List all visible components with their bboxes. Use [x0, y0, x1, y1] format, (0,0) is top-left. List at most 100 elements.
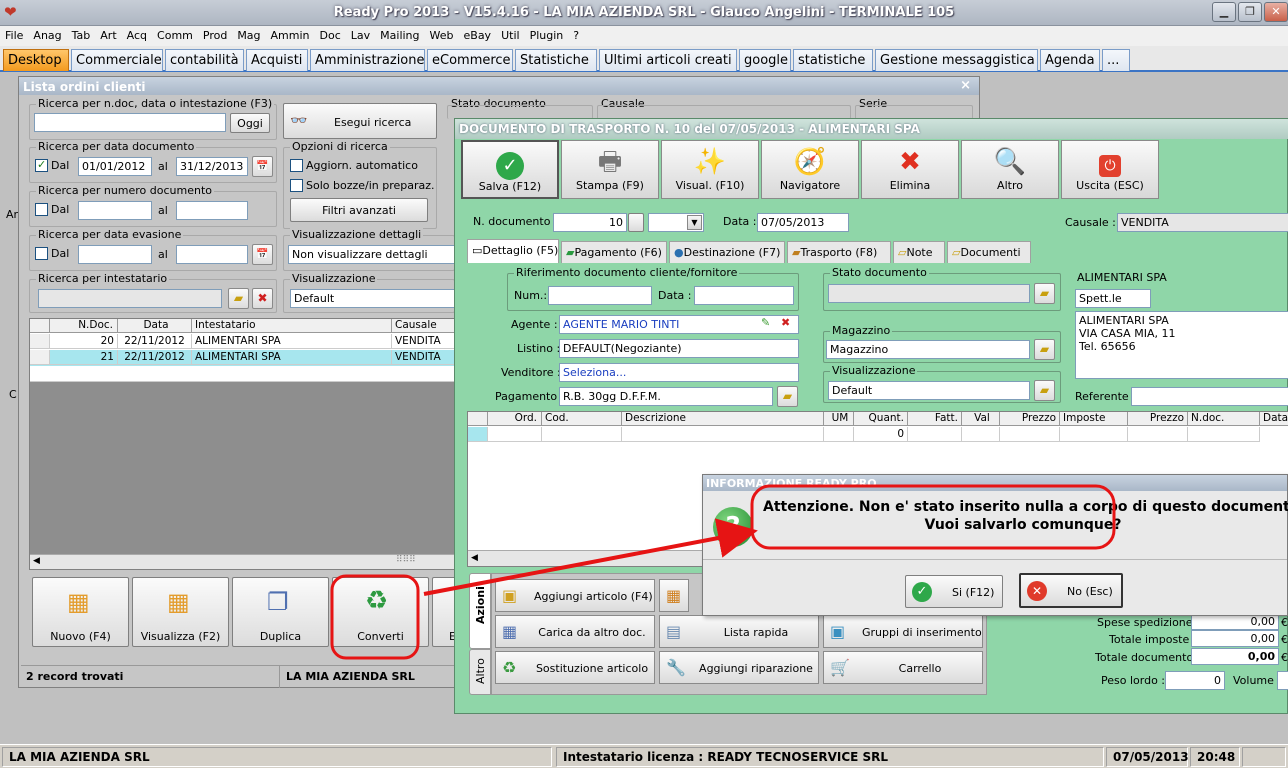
dialog-no-button[interactable]: ✕ No (Esc) — [1019, 573, 1123, 608]
col-fatt[interactable]: Fatt. — [908, 412, 962, 426]
side-tab-azioni[interactable]: Azioni — [469, 573, 491, 649]
tab-agenda[interactable]: Agenda — [1040, 49, 1100, 71]
add-article-button[interactable]: ▣ Aggiungi articolo (F4) — [495, 579, 655, 612]
pay-folder-icon[interactable]: ▰ — [777, 386, 798, 407]
today-button[interactable]: Oggi — [230, 113, 270, 133]
ref-num-input[interactable] — [548, 286, 652, 305]
holder-folder-icon[interactable]: ▰ — [228, 288, 249, 309]
side-tab-altro[interactable]: Altro — [469, 649, 491, 695]
tab-note[interactable]: ▱Note — [893, 241, 945, 263]
col-cod[interactable]: Cod. — [542, 412, 622, 426]
scroll-left-icon[interactable]: ◀ — [33, 556, 40, 566]
menu-mailing[interactable]: Mailing — [375, 26, 424, 42]
referente-input[interactable] — [1131, 387, 1288, 406]
menu-mag[interactable]: Mag — [232, 26, 265, 42]
menu-art[interactable]: Art — [95, 26, 121, 42]
series-select[interactable]: ▼ — [648, 213, 704, 232]
search-text-input[interactable] — [34, 113, 226, 132]
tab-more[interactable]: ... — [1102, 49, 1130, 71]
tab-acquisti[interactable]: Acquisti — [246, 49, 308, 71]
doc-date-calendar-icon[interactable]: 📅 — [252, 156, 273, 177]
col-intestatario[interactable]: Intestatario — [192, 319, 392, 333]
menu-anag[interactable]: Anag — [28, 26, 66, 42]
tab-statistiche-2[interactable]: statistiche — [793, 49, 873, 71]
tab-amministrazione[interactable]: Amministrazione — [310, 49, 425, 71]
ndoc-input[interactable]: 10 — [553, 213, 627, 232]
tab-contabilita[interactable]: contabilità — [165, 49, 244, 71]
menu-util[interactable]: Util — [496, 26, 524, 42]
ref-data-input[interactable] — [694, 286, 794, 305]
stato-folder-icon[interactable]: ▰ — [1034, 283, 1055, 304]
cart-button[interactable]: 🛒 Carrello — [823, 651, 983, 684]
col-um[interactable]: UM — [824, 412, 854, 426]
advanced-filters-button[interactable]: Filtri avanzati — [290, 198, 428, 222]
view-select[interactable]: Default — [290, 289, 456, 308]
menu-doc[interactable]: Doc — [315, 26, 346, 42]
menu-acq[interactable]: Acq — [122, 26, 152, 42]
tab-commerciale[interactable]: Commerciale — [71, 49, 163, 71]
tab-desktop[interactable]: Desktop — [3, 49, 69, 71]
volume-input[interactable] — [1277, 671, 1288, 690]
insert-groups-button[interactable]: ▣ Gruppi di inserimento — [823, 615, 983, 648]
print-button[interactable]: 🖶 Stampa (F9) — [561, 140, 659, 199]
duplicate-button[interactable]: ❐ Duplica — [232, 577, 329, 647]
tab-ultimi-articoli[interactable]: Ultimi articoli creati — [599, 49, 737, 71]
col-imposte[interactable]: Imposte — [1060, 412, 1128, 426]
menu-web[interactable]: Web — [425, 26, 459, 42]
col-descrizione[interactable]: Descrizione — [622, 412, 824, 426]
doc-date-checkbox[interactable]: Dal — [35, 158, 69, 173]
list-select[interactable]: DEFAULT(Negoziante) — [559, 339, 799, 358]
ddt-view-select[interactable]: Default — [828, 381, 1030, 400]
auto-refresh-checkbox[interactable]: Aggiorn. automatico — [290, 158, 418, 173]
col-data-lines[interactable]: Data — [1260, 412, 1288, 426]
weight-input[interactable]: 0 — [1165, 671, 1225, 690]
tab-gestione-messaggistica[interactable]: Gestione messaggistica — [875, 49, 1038, 71]
minimize-button[interactable]: ▁ — [1212, 2, 1236, 22]
delete-button[interactable]: ✖ Elimina — [861, 140, 959, 199]
tab-pagamento[interactable]: ▰Pagamento (F6) — [561, 241, 667, 263]
seller-select[interactable]: Seleziona... — [559, 363, 799, 382]
col-ord[interactable]: Ord. — [488, 412, 542, 426]
menu-plugin[interactable]: Plugin — [525, 26, 569, 42]
col-causale[interactable]: Causale — [392, 319, 456, 333]
holder-clear-icon[interactable]: ✖ — [252, 288, 273, 309]
orders-hscrollbar[interactable]: ◀ ⠿⠿⠿ — [30, 554, 454, 569]
magazzino-input[interactable]: Magazzino — [826, 340, 1030, 359]
ddt-causale-select[interactable]: VENDITA — [1117, 213, 1288, 232]
ndoc-spin-button[interactable] — [628, 213, 644, 232]
menu-ebay[interactable]: eBay — [459, 26, 497, 42]
ddt-date-input[interactable]: 07/05/2013 — [757, 213, 849, 232]
evasion-to-input[interactable] — [176, 245, 248, 264]
col-data[interactable]: Data — [118, 319, 192, 333]
menu-prod[interactable]: Prod — [198, 26, 232, 42]
add-repair-button[interactable]: 🔧 Aggiungi riparazione — [659, 651, 819, 684]
evasion-calendar-icon[interactable]: 📅 — [252, 244, 273, 265]
close-window-button[interactable]: ✕ — [1264, 2, 1288, 22]
menu-file[interactable]: File — [0, 26, 28, 42]
run-search-button[interactable]: 👓 Esegui ricerca — [283, 103, 437, 139]
table-row[interactable]: 21 22/11/2012 ALIMENTARI SPA VENDITA — [30, 350, 456, 366]
save-button[interactable]: ✓ Salva (F12) — [461, 140, 559, 199]
col-prezzo[interactable]: Prezzo — [1000, 412, 1060, 426]
tab-statistiche[interactable]: Statistiche — [515, 49, 597, 71]
ddt-view-folder-icon[interactable]: ▰ — [1034, 380, 1055, 401]
col-ndoc[interactable]: N.Doc. — [50, 319, 118, 333]
col-quant[interactable]: Quant. — [854, 412, 908, 426]
tab-trasporto[interactable]: ▰Trasporto (F8) — [787, 241, 891, 263]
doc-number-checkbox[interactable]: Dal — [35, 202, 69, 217]
menu-comm[interactable]: Comm — [152, 26, 198, 42]
detail-view-select[interactable]: Non visualizzare dettagli — [288, 245, 456, 264]
evasion-date-checkbox[interactable]: Dal — [35, 246, 69, 261]
tab-ecommerce[interactable]: eCommerce — [427, 49, 513, 71]
holder-input[interactable] — [38, 289, 222, 308]
ddt-stato-input[interactable] — [828, 284, 1030, 303]
doc-number-to-input[interactable] — [176, 201, 248, 220]
menu-ammin[interactable]: Ammin — [266, 26, 315, 42]
convert-button[interactable]: ♻ Converti — [332, 577, 429, 647]
col-prezzo-2[interactable]: Prezzo — [1128, 412, 1188, 426]
dialog-yes-button[interactable]: ✓ Si (F12) — [905, 575, 1003, 608]
orders-close-icon[interactable]: × — [960, 78, 971, 93]
agent-clear-icon[interactable]: ✖ — [781, 316, 790, 329]
magazzino-folder-icon[interactable]: ▰ — [1034, 339, 1055, 360]
menu-help[interactable]: ? — [568, 26, 584, 42]
